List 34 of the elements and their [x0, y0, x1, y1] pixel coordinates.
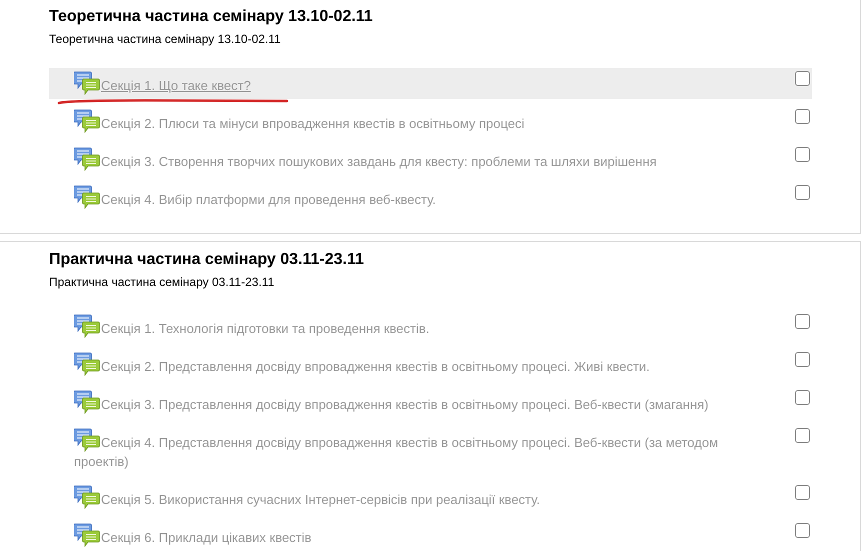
activity-link[interactable]: Секція 6. Приклади цікавих квестів	[74, 523, 795, 547]
forum-icon	[74, 523, 100, 547]
activity-link[interactable]: Секція 1. Технологія підготовки та проведення квестів.	[74, 314, 795, 338]
activity-link[interactable]: Секція 2. Представлення досвіду впровадження квестів в освітньому процесі. Живі квести.	[74, 352, 795, 376]
section-summary: Теоретична частина семінару 13.10-02.11	[49, 32, 282, 46]
activity-link[interactable]: Секція 3. Представлення досвіду впровадження квестів в освітньому процесі. Веб-квести (змагання)	[74, 390, 795, 414]
completion-checkbox[interactable]	[795, 185, 810, 200]
forum-icon	[74, 185, 100, 209]
forum-icon	[74, 314, 100, 338]
completion-checkbox[interactable]	[795, 485, 810, 500]
activity-link[interactable]: Секція 5. Використання сучасних Інтернет-сервісів при реалізації квесту.	[74, 485, 795, 509]
completion-checkbox[interactable]	[795, 352, 810, 367]
activity-link[interactable]: Секція 4. Представлення досвіду впровадження квестів в освітньому процесі. Веб-квести (за методом проектів)	[74, 428, 795, 471]
completion-checkbox[interactable]	[795, 390, 810, 405]
forum-icon	[74, 428, 100, 452]
section-title: Теоретична частина семінару 13.10-02.11	[49, 8, 374, 26]
completion-checkbox[interactable]	[795, 523, 810, 538]
forum-icon	[74, 485, 100, 509]
activity-link[interactable]: Секція 1. Що таке квест?	[74, 71, 795, 95]
forum-icon	[74, 147, 100, 171]
forum-icon	[74, 390, 100, 414]
completion-checkbox[interactable]	[795, 428, 810, 443]
activity-link[interactable]: Секція 3. Створення творчих пошукових завдань для квесту: проблеми та шляхи вирішення	[74, 147, 795, 171]
section-title: Практична частина семінару 03.11-23.11	[49, 251, 365, 269]
completion-checkbox[interactable]	[795, 109, 810, 124]
activity-link[interactable]: Секція 2. Плюси та мінуси впровадження квестів в освітньому процесі	[74, 109, 795, 133]
completion-checkbox[interactable]	[795, 314, 810, 329]
forum-icon	[74, 71, 100, 95]
section-summary: Практична частина семінару 03.11-23.11	[49, 275, 276, 289]
activity-link[interactable]: Секція 4. Вибір платформи для проведення веб-квесту.	[74, 185, 795, 209]
forum-icon	[74, 352, 100, 376]
completion-checkbox[interactable]	[795, 147, 810, 162]
completion-checkbox[interactable]	[795, 71, 810, 86]
forum-icon	[74, 109, 100, 133]
